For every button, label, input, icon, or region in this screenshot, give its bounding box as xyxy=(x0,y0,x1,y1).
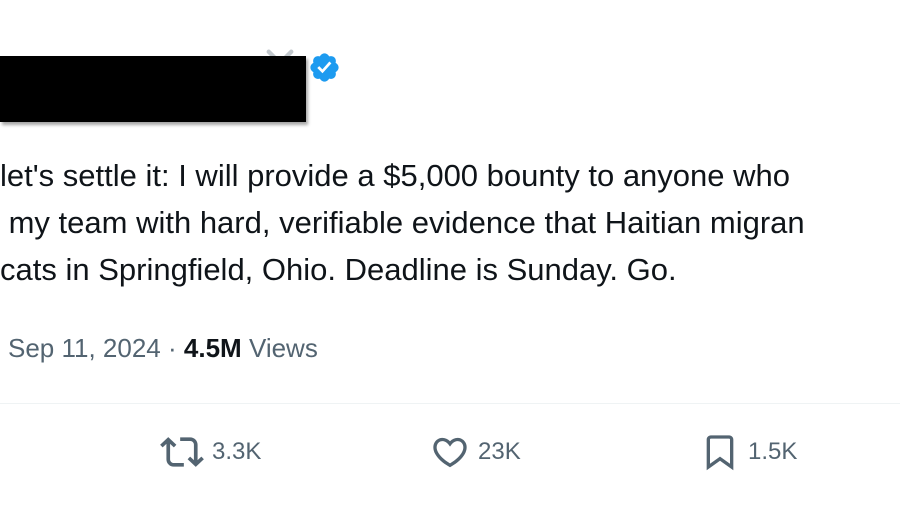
retweet-icon xyxy=(160,437,204,467)
tweet-line-3: cats in Springfield, Ohio. Deadline is S… xyxy=(0,252,677,287)
bookmark-button[interactable]: 1.5K xyxy=(700,430,797,474)
retweet-count: 3.3K xyxy=(212,438,262,465)
verified-badge-icon xyxy=(310,53,339,82)
bookmark-count: 1.5K xyxy=(748,438,798,465)
redaction-box xyxy=(0,56,306,122)
retweet-button[interactable]: 3.3K xyxy=(160,430,261,474)
views-count: 4.5M xyxy=(183,333,242,363)
bookmark-icon xyxy=(706,435,734,471)
tweet-text: let's settle it: I will provide a $5,000… xyxy=(0,152,900,293)
tweet-meta: Sep 11, 2024 · 4.5M Views xyxy=(8,333,318,364)
tweet-date[interactable]: Sep 11, 2024 xyxy=(8,333,161,363)
heart-icon xyxy=(433,437,467,468)
like-button[interactable]: 23K xyxy=(430,430,521,474)
tweet-line-1: let's settle it: I will provide a $5,000… xyxy=(0,158,791,193)
like-count: 23K xyxy=(478,438,521,465)
meta-separator: · xyxy=(168,333,177,363)
views-label: Views xyxy=(248,333,318,363)
tweet-line-2: my team with hard, verifiable evidence t… xyxy=(0,205,805,240)
divider xyxy=(0,403,900,404)
